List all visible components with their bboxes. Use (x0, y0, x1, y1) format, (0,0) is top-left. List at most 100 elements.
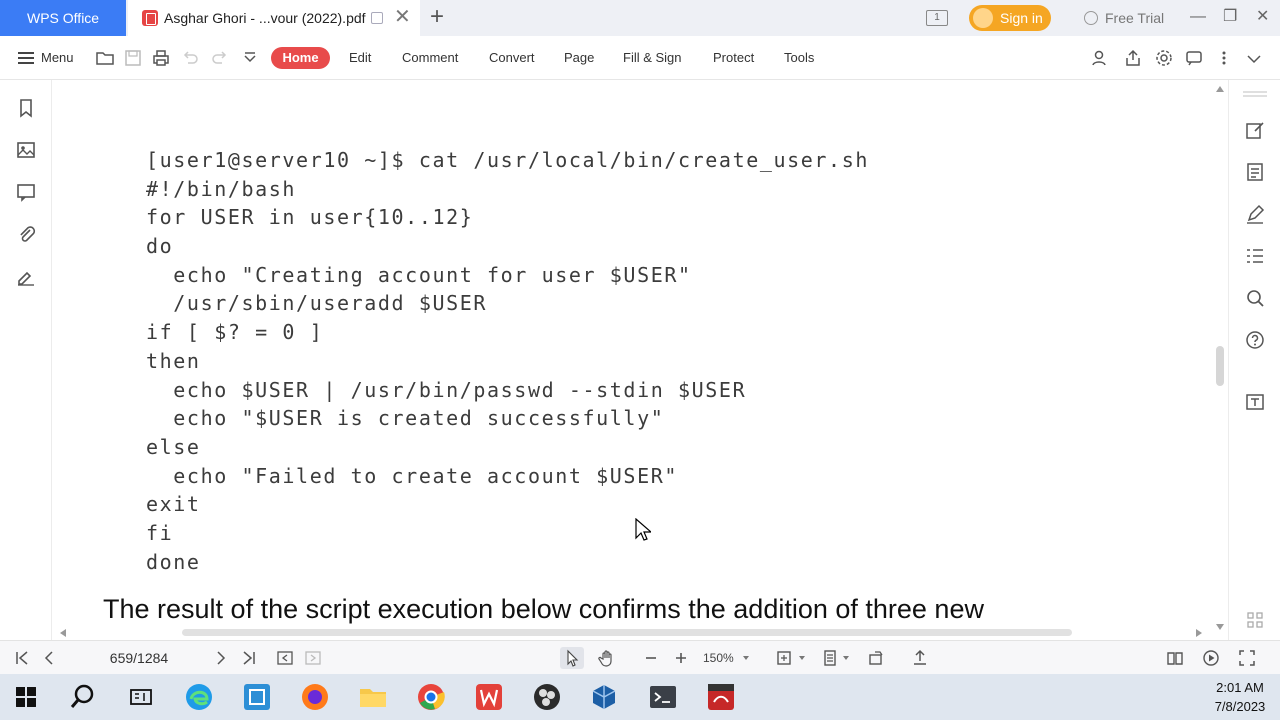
tab-home[interactable]: Home (271, 47, 330, 69)
fit-dropdown-icon[interactable] (799, 656, 805, 660)
file-explorer-icon[interactable] (358, 682, 388, 712)
title-bar: WPS Office Asghar Ghori - ...vour (2022)… (0, 0, 1280, 36)
pdf-icon (142, 10, 158, 26)
right-sidebar (1228, 80, 1280, 640)
tab-protect[interactable]: Protect (713, 36, 754, 80)
more-icon[interactable] (1214, 48, 1234, 68)
scroll-up-icon[interactable] (1216, 86, 1224, 92)
windows-start-icon[interactable] (15, 686, 37, 708)
restore-icon[interactable]: ❐ (1223, 0, 1237, 34)
layout-dropdown-icon[interactable] (843, 656, 849, 660)
translate-icon[interactable] (1244, 391, 1266, 413)
clock-time: 2:01 AM (1216, 680, 1264, 695)
sign-in-button[interactable]: Sign in (969, 5, 1051, 31)
fit-page-icon[interactable] (775, 649, 793, 667)
comment-icon[interactable] (15, 181, 37, 203)
redhat-vm-icon[interactable] (706, 682, 736, 712)
back-view-icon[interactable] (276, 649, 294, 667)
next-page-icon[interactable] (212, 649, 230, 667)
tab-window-icon[interactable] (371, 12, 383, 24)
close-tab-icon[interactable]: ✕ (394, 7, 411, 27)
vertical-scroll-thumb[interactable] (1216, 346, 1224, 386)
help-icon[interactable] (1244, 329, 1266, 351)
attachment-icon[interactable] (15, 223, 37, 245)
minimize-icon[interactable]: — (1190, 0, 1206, 34)
page-number-input[interactable]: 659/1284 (78, 646, 200, 670)
tab-fill-sign[interactable]: Fill & Sign (623, 36, 682, 80)
tab-page[interactable]: Page (564, 36, 594, 80)
apps-grid-icon[interactable] (1244, 609, 1266, 631)
zoom-level-select[interactable]: 150% (703, 641, 734, 675)
tab-edit[interactable]: Edit (349, 36, 371, 80)
export-icon[interactable] (911, 649, 929, 667)
terminal-icon[interactable] (648, 682, 678, 712)
horizontal-scroll-thumb[interactable] (182, 629, 1072, 636)
forward-view-icon[interactable] (304, 649, 322, 667)
play-icon[interactable] (1202, 649, 1220, 667)
pen-icon[interactable] (1244, 203, 1266, 225)
first-page-icon[interactable] (13, 649, 31, 667)
hand-tool-icon[interactable] (598, 649, 616, 667)
wps-office-icon[interactable] (474, 682, 504, 712)
signature-icon[interactable] (15, 265, 37, 287)
select-tool-icon[interactable] (560, 647, 584, 669)
last-page-icon[interactable] (240, 649, 258, 667)
chrome-icon[interactable] (416, 682, 446, 712)
rotate-icon[interactable] (867, 649, 885, 667)
edit-text-icon[interactable] (1244, 119, 1266, 141)
tab-convert[interactable]: Convert (489, 36, 535, 80)
code-line: if [ $? = 0 ] (146, 320, 324, 345)
convert-doc-icon[interactable] (1244, 161, 1266, 183)
code-line: echo "Creating account for user $USER" (146, 262, 692, 287)
redo-icon[interactable] (210, 48, 230, 68)
page-layout-icon[interactable] (821, 649, 839, 667)
settings-icon[interactable] (1154, 48, 1174, 68)
firefox-icon[interactable] (300, 682, 330, 712)
scroll-left-icon[interactable] (60, 629, 66, 637)
open-folder-icon[interactable] (95, 48, 115, 68)
wps-office-tab[interactable]: WPS Office (0, 0, 126, 36)
code-line: #!/bin/bash (146, 176, 297, 201)
clock-date: 7/8/2023 (1214, 699, 1266, 714)
save-icon[interactable] (123, 48, 143, 68)
search-icon[interactable] (1244, 287, 1266, 309)
free-trial-button[interactable]: Free Trial (1084, 0, 1164, 36)
task-view-icon[interactable] (126, 682, 156, 712)
tab-comment[interactable]: Comment (402, 36, 458, 80)
vertical-scrollbar[interactable] (1212, 80, 1228, 640)
chevron-down-icon[interactable] (240, 48, 260, 68)
collapse-ribbon-icon[interactable] (1244, 48, 1264, 68)
panel-handle-icon[interactable] (1243, 91, 1267, 97)
photos-app-icon[interactable] (242, 682, 272, 712)
previous-page-icon[interactable] (40, 649, 58, 667)
zoom-out-icon[interactable] (642, 649, 660, 667)
panel-count-icon[interactable]: 1 (926, 10, 948, 26)
read-mode-icon[interactable] (1166, 649, 1184, 667)
horizontal-scrollbar[interactable] (52, 625, 1212, 640)
scroll-down-icon[interactable] (1216, 624, 1224, 630)
outline-icon[interactable] (1244, 245, 1266, 267)
new-tab-button[interactable]: + (430, 4, 444, 30)
menu-button[interactable]: Menu (18, 36, 74, 80)
system-clock[interactable]: 2:01 AM 7/8/2023 (1200, 678, 1280, 716)
fullscreen-icon[interactable] (1238, 649, 1256, 667)
scroll-right-icon[interactable] (1196, 629, 1202, 637)
share-icon[interactable] (1123, 48, 1143, 68)
virtualbox-icon[interactable] (589, 682, 619, 712)
search-taskbar-icon[interactable] (68, 682, 98, 712)
document-page[interactable]: [user1@server10 ~]$ cat /usr/local/bin/c… (52, 80, 1212, 625)
undo-icon[interactable] (180, 48, 200, 68)
obs-studio-icon[interactable] (532, 682, 562, 712)
close-window-icon[interactable]: ✕ (1256, 0, 1269, 34)
chat-icon[interactable] (1184, 48, 1204, 68)
ribbon-bar: Menu Home Edit Comment Convert Page Fill… (0, 36, 1280, 80)
bookmark-icon[interactable] (15, 97, 37, 119)
zoom-dropdown-icon[interactable] (743, 656, 749, 660)
edge-browser-icon[interactable] (184, 682, 214, 712)
tab-tools[interactable]: Tools (784, 36, 814, 80)
document-tab[interactable]: Asghar Ghori - ...vour (2022).pdf ✕ (128, 0, 420, 36)
thumbnail-icon[interactable] (15, 139, 37, 161)
share-user-icon[interactable] (1090, 48, 1110, 68)
zoom-in-icon[interactable] (672, 649, 690, 667)
print-icon[interactable] (151, 48, 171, 68)
